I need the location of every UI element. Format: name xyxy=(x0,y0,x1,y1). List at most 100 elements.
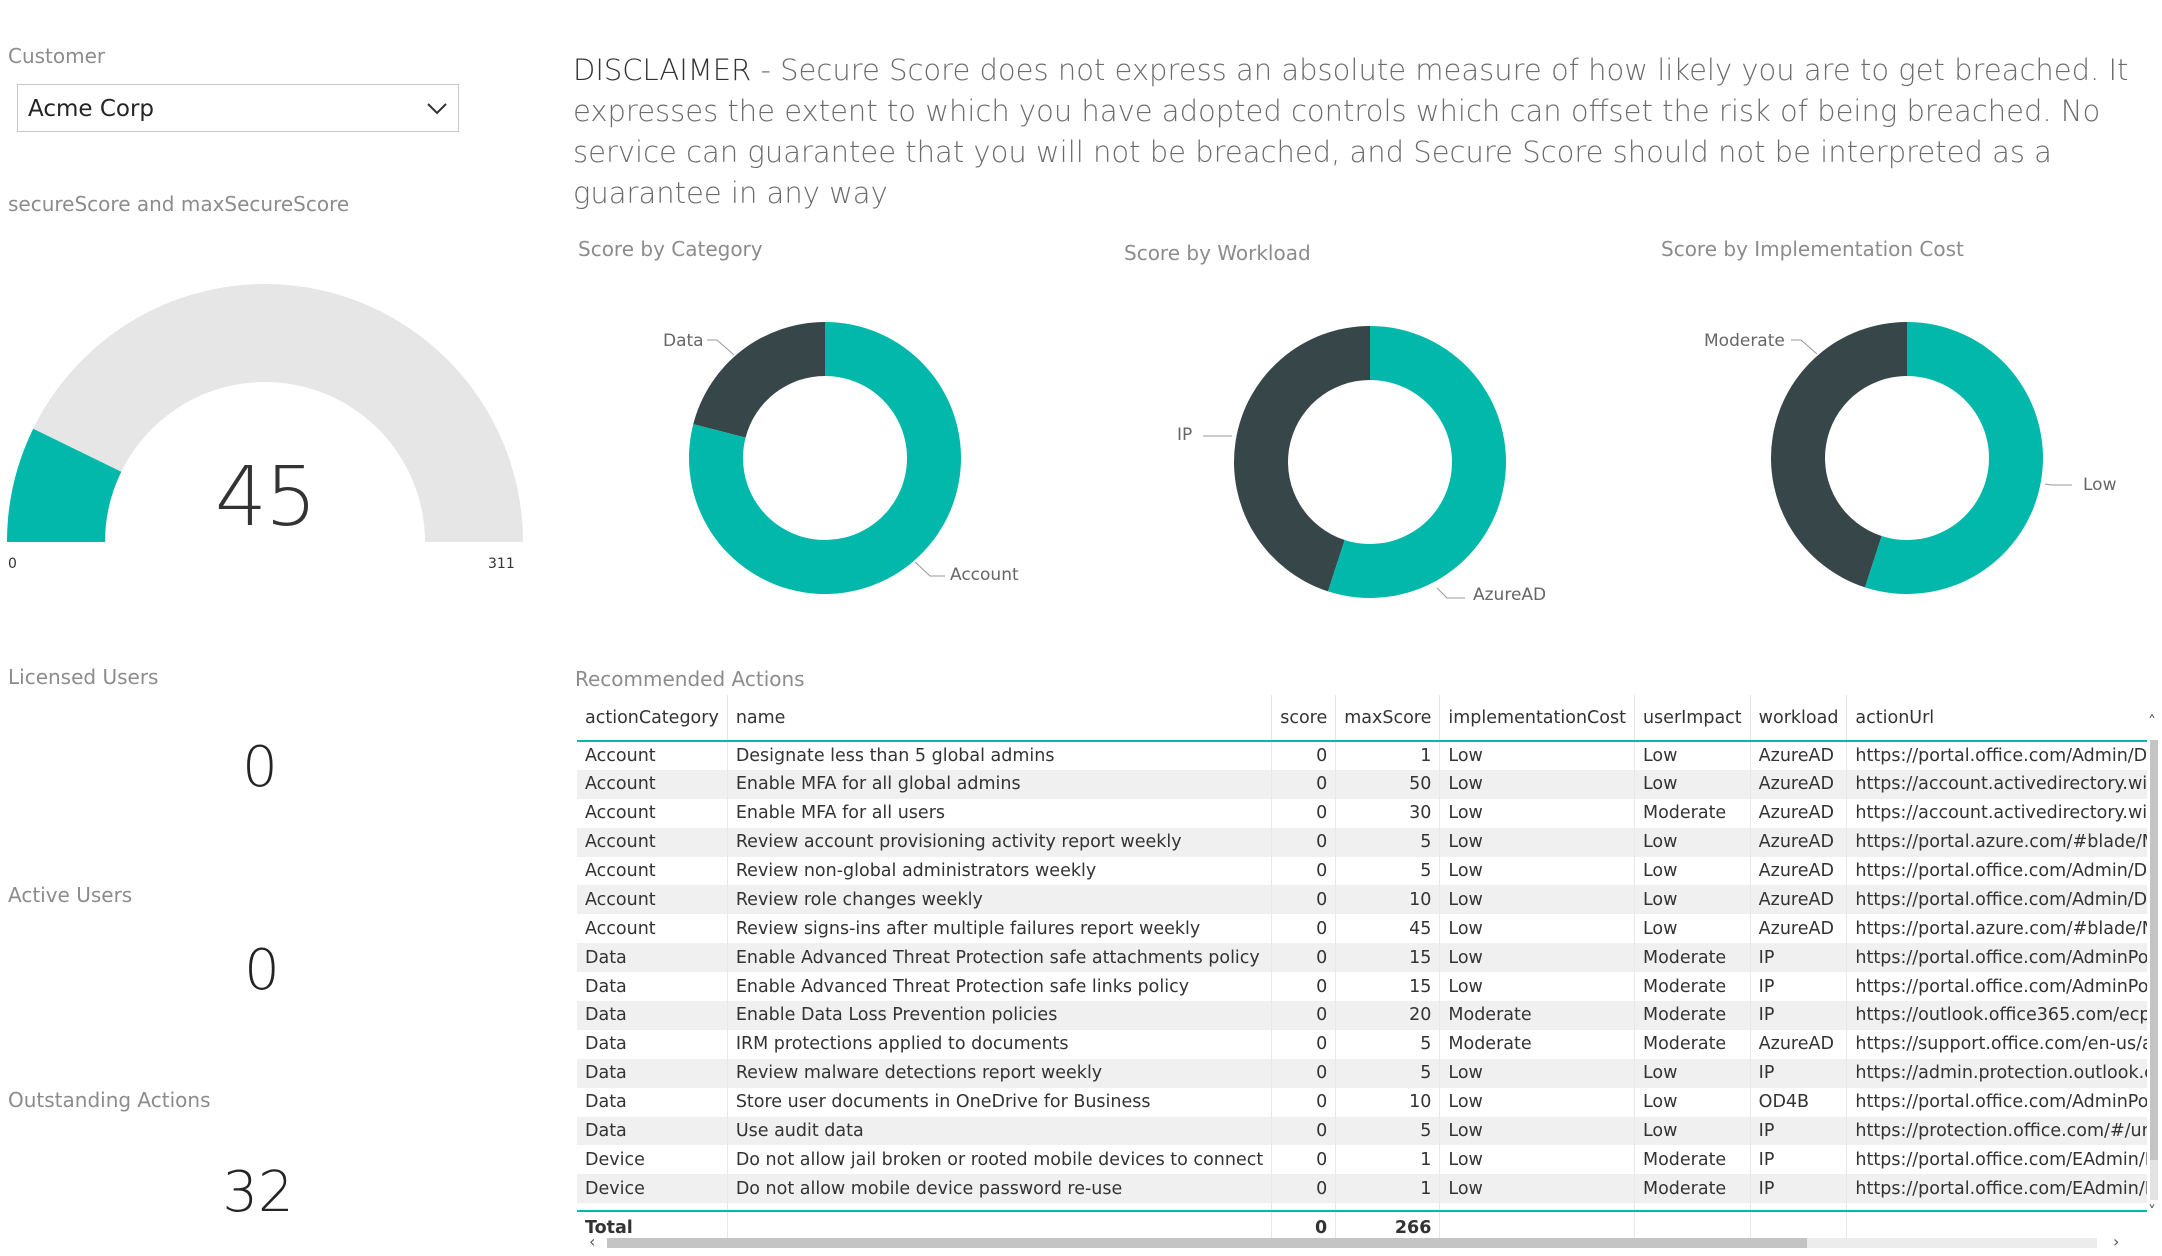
column-header-userImpact[interactable]: userImpact xyxy=(1633,695,1751,742)
table-cell-implementationCost: Low xyxy=(1439,856,1635,886)
table-cell-workload: AzureAD xyxy=(1749,769,1847,799)
disclaimer-body: - Secure Score does not express an absol… xyxy=(573,53,2129,210)
table-row[interactable]: Data Store user documents in OneDrive for… xyxy=(577,1087,2147,1117)
table-cell-name: Enable Advanced Threat Protection safe l… xyxy=(726,972,1272,1002)
table-row[interactable]: Data Enable Advanced Threat Protection sa… xyxy=(577,972,2147,1002)
table-row[interactable]: Account Designate less than 5 global admi… xyxy=(577,741,2147,770)
column-header-workload[interactable]: workload xyxy=(1749,695,1847,742)
table-cell-workload: AzureAD xyxy=(1749,914,1847,944)
table-cell-actionCategory: Account xyxy=(577,914,728,944)
scroll-up-icon[interactable]: ˄ xyxy=(2148,714,2156,730)
scroll-right-icon[interactable]: › xyxy=(2113,1234,2119,1250)
outstanding-actions-label: Outstanding Actions xyxy=(8,1088,211,1112)
table-cell-actionUrl: https://portal.office.com/AdminPortal/Ho xyxy=(1846,1087,2147,1117)
column-header-maxScore[interactable]: maxScore xyxy=(1335,695,1440,742)
scroll-left-icon[interactable]: ‹ xyxy=(589,1234,595,1250)
hscroll-thumb[interactable] xyxy=(607,1238,1807,1248)
table-cell-score: 0 xyxy=(1271,798,1336,828)
scroll-down-icon[interactable]: ˅ xyxy=(2148,1204,2156,1220)
donut-label-moderate: Moderate xyxy=(1704,331,1785,351)
table-cell-actionCategory: Data xyxy=(577,1058,728,1088)
table-cell-actionCategory: Device xyxy=(577,1174,728,1204)
licensed-users-value: 0 xyxy=(242,735,278,800)
donut-label-data: Data xyxy=(663,331,704,351)
table-row[interactable]: Data Use audit data 0 5 Low Low IP https://prot… xyxy=(577,1116,2147,1146)
workload-donut xyxy=(1234,326,1506,598)
table-row[interactable]: Data Review malware detections report wee… xyxy=(577,1058,2147,1088)
table-cell-score: 0 xyxy=(1271,1145,1336,1175)
donut-slice-data[interactable] xyxy=(693,322,825,438)
table-row[interactable]: Account Review non-global administrators … xyxy=(577,856,2147,886)
table-cell-implementationCost: Low xyxy=(1439,769,1635,799)
table-cell-name: Use audit data xyxy=(726,1116,1272,1146)
table-cell-actionCategory: Data xyxy=(577,1001,728,1030)
table-row[interactable]: Data Enable Data Loss Prevention policies… xyxy=(577,1001,2147,1030)
table-cell-implementationCost: Low xyxy=(1439,1058,1635,1088)
licensed-users-label: Licensed Users xyxy=(8,665,159,689)
table-cell-score: 0 xyxy=(1271,1116,1336,1146)
table-row[interactable]: Account Review role changes weekly 0 10 Low L… xyxy=(577,885,2147,915)
table-cell-userImpact: Moderate xyxy=(1633,798,1751,828)
table-cell-name: Review account provisioning activity rep… xyxy=(726,827,1272,857)
column-header-name[interactable]: name xyxy=(726,695,1272,742)
table-cell-implementationCost: Low xyxy=(1439,741,1635,770)
table-cell-workload: OD4B xyxy=(1749,1087,1847,1117)
active-users-value: 0 xyxy=(244,938,280,1003)
vscroll-thumb[interactable] xyxy=(2150,740,2158,1160)
table-cell-workload: AzureAD xyxy=(1749,741,1847,770)
table-cell-actionCategory: Account xyxy=(577,798,728,828)
customer-slicer-label: Customer xyxy=(8,44,106,68)
table-cell-name: Store user documents in OneDrive for Bus… xyxy=(726,1087,1272,1117)
table-cell-actionCategory: Account xyxy=(577,827,728,857)
table-cell-actionUrl: https://protection.office.com/#/unifieda… xyxy=(1846,1116,2147,1146)
table-row[interactable]: Data Enable Advanced Threat Protection sa… xyxy=(577,943,2147,973)
table-cell-score: 0 xyxy=(1271,914,1336,944)
column-header-score[interactable]: score xyxy=(1271,695,1336,742)
table-vertical-scrollbar[interactable]: ˄ ˅ xyxy=(2146,712,2162,1222)
disclaimer-text: DISCLAIMER - Secure Score does not expre… xyxy=(573,50,2133,214)
table-cell-maxScore: 30 xyxy=(1335,798,1440,828)
table-cell-workload: AzureAD xyxy=(1749,856,1847,886)
table-row[interactable]: Device Do not allow jail broken or rooted… xyxy=(577,1145,2147,1175)
table-cell-score: 0 xyxy=(1271,885,1336,915)
table-cell-actionUrl: https://portal.office.com/Admin/Default.… xyxy=(1846,741,2147,770)
table-row[interactable]: Data IRM protections applied to documents… xyxy=(577,1029,2147,1059)
table-row[interactable]: Account Review signs-ins after multiple f… xyxy=(577,914,2147,944)
donut-label-ip: IP xyxy=(1177,425,1193,445)
table-cell-maxScore: 1 xyxy=(1335,1145,1440,1175)
table-cell-maxScore: 50 xyxy=(1335,769,1440,799)
column-header-implementationCost[interactable]: implementationCost xyxy=(1439,695,1635,742)
donut-charts xyxy=(689,322,2072,599)
table-cell-maxScore: 5 xyxy=(1335,856,1440,886)
column-header-actionUrl[interactable]: actionUrl xyxy=(1846,695,2147,742)
table-cell-actionUrl: https://account.activedirectory.windowsa… xyxy=(1846,798,2147,828)
table-cell-name: Enable Advanced Threat Protection safe a… xyxy=(726,943,1272,973)
recommended-actions-table[interactable]: actionCategory name score maxScore implement… xyxy=(577,695,2147,1245)
table-cell-name: Enable MFA for all global admins xyxy=(726,769,1272,799)
table-cell-maxScore: 10 xyxy=(1335,885,1440,915)
table-cell-actionUrl: https://portal.azure.com/#blade/Microsof xyxy=(1846,914,2147,944)
table-cell-userImpact: Moderate xyxy=(1633,943,1751,973)
table-cell-actionUrl: https://support.office.com/en-us/article… xyxy=(1846,1029,2147,1059)
column-header-actionCategory[interactable]: actionCategory xyxy=(577,695,728,742)
table-cell-userImpact: Moderate xyxy=(1633,1145,1751,1175)
table-cell-score: 0 xyxy=(1271,1087,1336,1117)
table-cell-workload: IP xyxy=(1749,1058,1847,1088)
table-cell-implementationCost: Low xyxy=(1439,798,1635,828)
table-cell-maxScore: 15 xyxy=(1335,972,1440,1002)
cost-chart-title: Score by Implementation Cost xyxy=(1661,237,1964,261)
table-horizontal-scrollbar[interactable]: ‹ › xyxy=(577,1234,2137,1250)
table-cell-name: Review non-global administrators weekly xyxy=(726,856,1272,886)
donut-label-azuread: AzureAD xyxy=(1473,585,1547,605)
table-cell-workload: IP xyxy=(1749,972,1847,1002)
table-row[interactable]: Account Enable MFA for all users 0 30 Low Mod… xyxy=(577,798,2147,828)
table-row[interactable]: Account Review account provisioning activ… xyxy=(577,827,2147,857)
table-cell-actionCategory: Data xyxy=(577,1087,728,1117)
table-cell-userImpact: Low xyxy=(1633,741,1751,770)
table-row[interactable]: Account Enable MFA for all global admins 0… xyxy=(577,769,2147,799)
donut-label-account: Account xyxy=(950,565,1019,585)
customer-dropdown[interactable]: Acme Corp xyxy=(17,84,459,132)
table-row[interactable]: Device Do not allow mobile device passwor… xyxy=(577,1174,2147,1204)
table-cell-userImpact: Low xyxy=(1633,1116,1751,1146)
table-cell-implementationCost: Low xyxy=(1439,914,1635,944)
